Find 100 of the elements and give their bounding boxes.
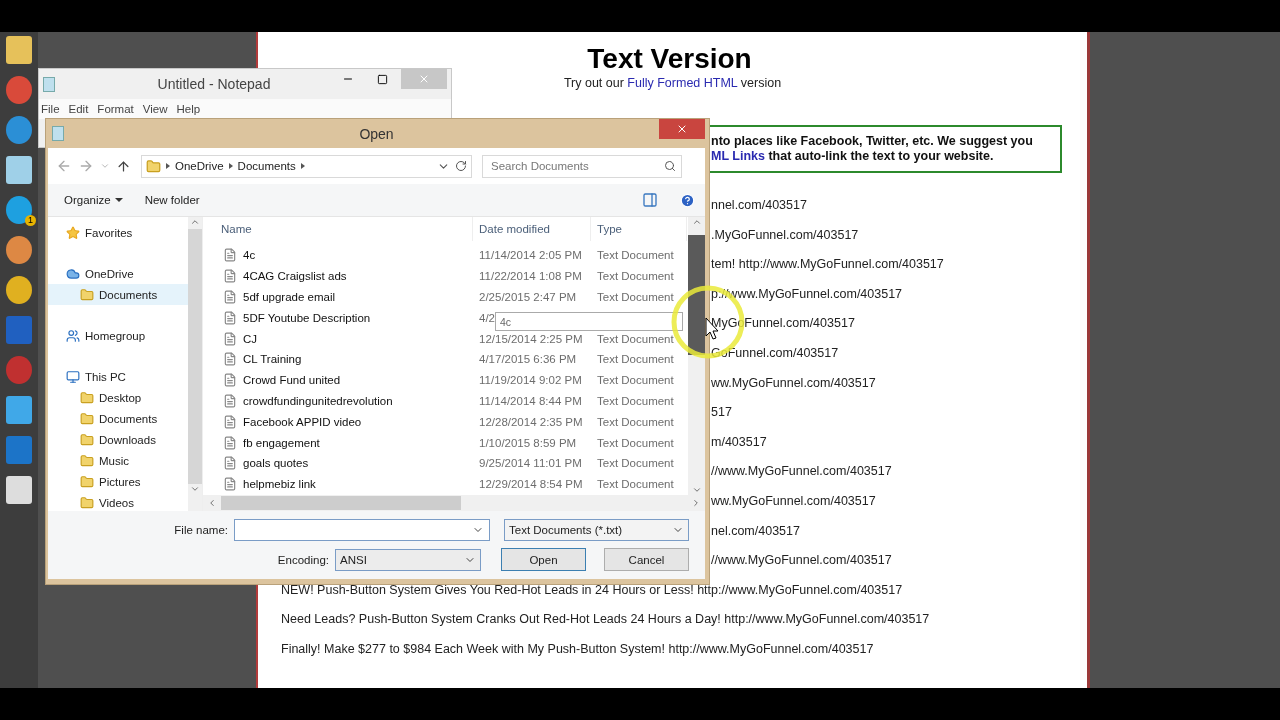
app-icon[interactable] (6, 236, 32, 264)
promo-text: ww.MyGoFunnel.com/403517 (711, 374, 876, 391)
nav-item[interactable]: OneDrive (48, 263, 188, 284)
nav-item[interactable]: Favorites (48, 222, 188, 243)
scroll-down-icon[interactable] (190, 484, 200, 494)
file-type: Text Document (597, 353, 674, 366)
file-name: CL Training (243, 353, 302, 366)
app-icon[interactable] (6, 276, 32, 304)
breadcrumb[interactable]: OneDrive (175, 160, 224, 172)
menu-item[interactable]: Format (95, 103, 141, 115)
scroll-down-icon[interactable] (691, 485, 702, 495)
text-file-icon (223, 414, 237, 429)
file-name: 4c (243, 249, 256, 262)
column-header[interactable]: Date modified (473, 217, 591, 241)
close-icon (418, 73, 430, 85)
scroll-right-icon[interactable] (691, 498, 701, 508)
file-name: Crowd Fund united (243, 374, 341, 387)
text-file-icon (223, 269, 237, 284)
breadcrumb[interactable]: Documents (237, 160, 296, 172)
file-name: helpmebiz link (243, 478, 316, 491)
date-modified: 11/14/2014 2:05 PM (479, 249, 582, 262)
scrollbar[interactable] (188, 217, 202, 511)
recent-locations-button[interactable] (100, 161, 110, 171)
people-icon (66, 328, 80, 343)
refresh-icon[interactable] (455, 160, 467, 172)
dialog-title: Open (358, 125, 395, 142)
text-file-icon (223, 393, 237, 408)
text-file-icon (223, 456, 237, 471)
column-header[interactable]: Name (203, 217, 473, 241)
window-title: Untitled - Notepad (156, 76, 272, 92)
encoding-dropdown[interactable]: ANSI (335, 548, 481, 571)
date-modified: 2/25/2015 2:47 PM (479, 291, 577, 303)
date-modified: 11/19/2014 9:02 PM (479, 374, 582, 387)
scroll-up-icon[interactable] (691, 217, 702, 227)
folder-icon (80, 287, 94, 302)
browser-icon[interactable] (6, 116, 32, 144)
search-field[interactable]: Search Documents (482, 154, 682, 178)
nav-item[interactable]: Music (48, 450, 188, 471)
preview-pane-icon[interactable] (642, 192, 658, 208)
file-name: fb engagement (243, 436, 320, 449)
date-modified: 4/17/2015 6:36 PM (479, 353, 577, 366)
text-file-icon (223, 352, 237, 367)
promo-text: Finally! Make $277 to $984 Each Week with My Push-Button System! http://www.MyGoFunnel.com/403517 (281, 640, 874, 657)
browser-icon[interactable] (6, 76, 32, 104)
date-modified: 1/10/2015 8:59 PM (479, 436, 577, 449)
notepad-icon (52, 126, 64, 141)
back-button[interactable] (56, 158, 72, 174)
menu-item[interactable]: View (140, 103, 175, 115)
help-icon[interactable] (680, 192, 695, 208)
promo-text: nel.com/403517 (711, 522, 800, 539)
nav-item[interactable]: Documents (48, 408, 188, 429)
nav-item[interactable]: Videos (48, 492, 188, 511)
nav-item[interactable]: Pictures (48, 471, 188, 492)
cancel-button[interactable]: Cancel (604, 548, 689, 571)
file-name-field[interactable] (234, 519, 490, 541)
nav-item[interactable]: Desktop (48, 387, 188, 408)
forward-button[interactable] (78, 158, 94, 174)
open-button[interactable]: Open (501, 548, 586, 571)
folder-icon (80, 453, 94, 468)
text-file-icon (223, 373, 237, 388)
maximize-icon (376, 73, 388, 85)
folder-icon (80, 390, 94, 405)
close-icon (676, 123, 688, 135)
file-type-dropdown[interactable]: Text Documents (*.txt) (504, 519, 689, 541)
promo-text: .MyGoFunnel.com/403517 (711, 226, 859, 243)
folder-icon (80, 411, 94, 426)
nav-item[interactable]: Homegroup (48, 325, 188, 346)
column-header[interactable]: Type (591, 217, 687, 241)
menu-item[interactable]: File (39, 103, 67, 115)
file-name: 4CAG Craigslist ads (243, 270, 347, 283)
scroll-up-icon[interactable] (190, 217, 200, 227)
file-type: Text Document (597, 415, 674, 428)
menu-item[interactable]: Edit (66, 103, 96, 115)
new-folder-button[interactable]: New folder (144, 194, 200, 206)
organize-button[interactable]: Organize (64, 194, 123, 206)
nav-item[interactable]: Documents (48, 284, 188, 305)
page-title: Text Version (587, 43, 752, 75)
horizontal-scrollbar[interactable] (203, 495, 705, 511)
date-modified: 11/22/2014 1:08 PM (479, 270, 582, 283)
date-modified: 12/29/2014 8:54 PM (479, 478, 583, 491)
text-file-icon (223, 477, 237, 492)
promo-text: nnel.com/403517 (711, 197, 807, 213)
file-type: Text Document (597, 394, 674, 407)
scroll-left-icon[interactable] (207, 498, 217, 508)
file-type: Text Document (597, 374, 674, 387)
up-button[interactable] (116, 158, 131, 174)
file-name: 5DF Youtube Description (243, 311, 371, 324)
nav-item[interactable]: Downloads (48, 429, 188, 450)
html-version-link[interactable]: Fully Formed HTML (627, 76, 738, 90)
address-bar[interactable]: OneDrive Documents (141, 154, 472, 178)
promo-text: //www.MyGoFunnel.com/403517 (711, 552, 892, 569)
notice-text: nto places like Facebook, Twitter, etc. We suggest you (711, 134, 1034, 149)
menu-item[interactable]: Help (174, 103, 208, 115)
tooltip: 4c (495, 312, 683, 331)
notepad-icon (43, 76, 55, 92)
html-links-link[interactable]: ML Links (711, 149, 765, 163)
scrollbar[interactable] (688, 217, 705, 495)
star-icon (66, 225, 80, 240)
nav-item[interactable]: This PC (48, 366, 188, 387)
folder-icon (146, 158, 161, 174)
